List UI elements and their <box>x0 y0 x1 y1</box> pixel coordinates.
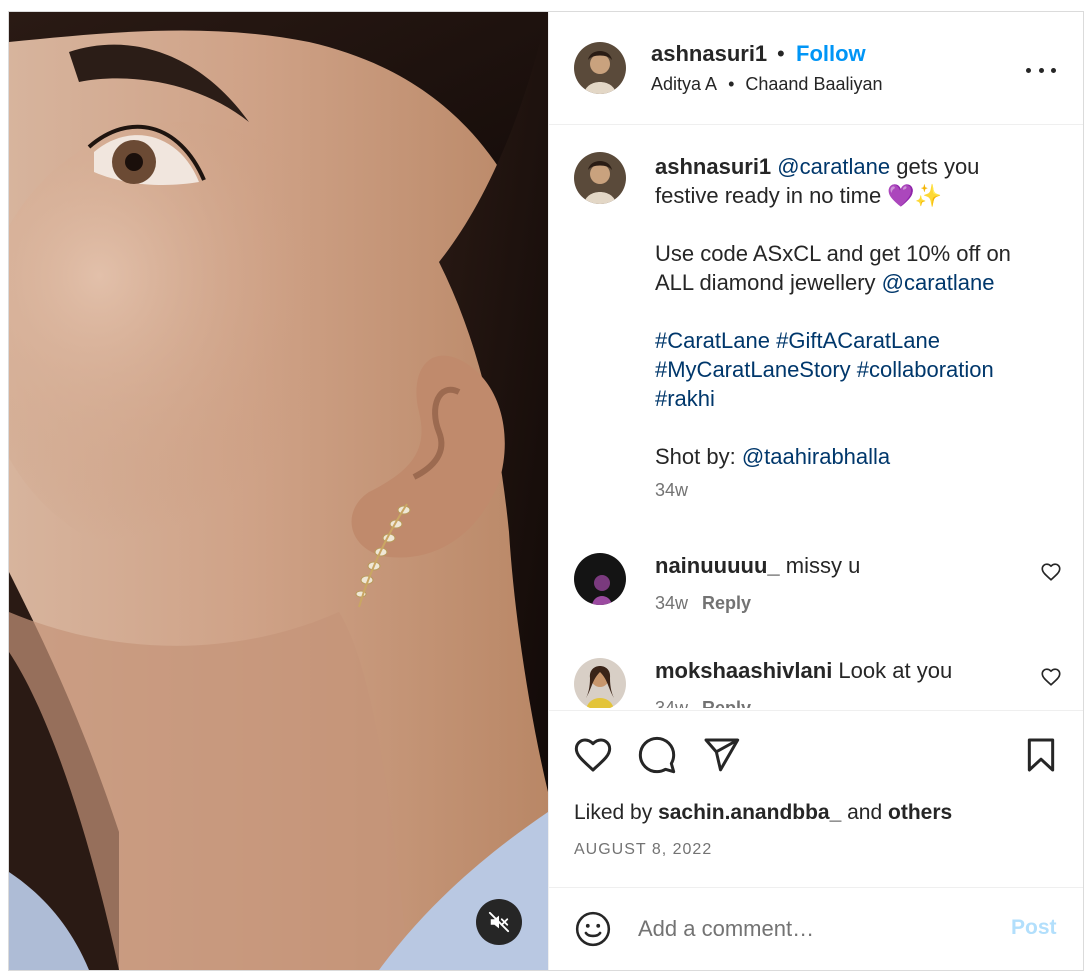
audio-track[interactable]: Chaand Baaliyan <box>745 74 882 94</box>
comment-icon[interactable] <box>637 735 677 775</box>
post-side-panel: ashnasuri1 • Follow Aditya A • Chaand Ba… <box>548 12 1083 970</box>
audio-info[interactable]: Aditya A • Chaand Baaliyan <box>651 74 889 95</box>
post-header: ashnasuri1 • Follow Aditya A • Chaand Ba… <box>549 12 1083 125</box>
caption-timestamp[interactable]: 34w <box>655 480 688 501</box>
action-bar: Liked by sachin.anandbba_ and others AUG… <box>549 710 1083 886</box>
hashtag[interactable]: #GiftACaratLane <box>776 328 940 353</box>
mute-button[interactable] <box>476 899 522 945</box>
post-photo <box>9 12 548 970</box>
caption-username[interactable]: ashnasuri1 <box>655 154 771 179</box>
hashtag[interactable]: #rakhi <box>655 386 715 411</box>
comment-item: nainuuuuu_ missy u 34w Reply <box>549 553 1083 643</box>
comment-body: Look at you <box>832 658 953 683</box>
author-avatar[interactable] <box>574 42 626 94</box>
shot-by-mention[interactable]: @taahirabhalla <box>742 444 890 469</box>
reply-button[interactable]: Reply <box>702 593 751 613</box>
likes-prefix: Liked by <box>574 801 659 824</box>
hashtag[interactable]: #CaratLane <box>655 328 770 353</box>
likes-others-link[interactable]: others <box>888 801 952 824</box>
comment-meta: 34w Reply <box>655 593 751 614</box>
comments-scroll[interactable]: ashnasuri1 @caratlane gets you festive r… <box>549 126 1083 708</box>
likes-summary: Liked by sachin.anandbba_ and others <box>574 801 952 825</box>
audio-separator: • <box>728 74 735 94</box>
comment-text: nainuuuuu_ missy u <box>655 553 860 579</box>
caption-mention[interactable]: @caratlane <box>777 154 890 179</box>
comment-time[interactable]: 34w <box>655 698 688 708</box>
comment-username[interactable]: nainuuuuu_ <box>655 553 780 578</box>
comment-username[interactable]: mokshaashivlani <box>655 658 832 683</box>
comment-body: missy u <box>779 553 861 578</box>
likes-middle: and <box>841 801 888 824</box>
caption-avatar[interactable] <box>574 152 626 204</box>
share-icon[interactable] <box>701 735 741 775</box>
post-date[interactable]: AUGUST 8, 2022 <box>574 841 712 859</box>
caption-mention-2[interactable]: @caratlane <box>882 270 995 295</box>
heart-icon[interactable] <box>573 735 613 775</box>
comment-composer: Post <box>549 887 1083 970</box>
author-username[interactable]: ashnasuri1 <box>651 41 767 67</box>
follow-button[interactable]: Follow <box>796 41 866 67</box>
reply-button[interactable]: Reply <box>702 698 751 708</box>
comment-input[interactable] <box>638 910 988 948</box>
caption-text: ashnasuri1 @caratlane gets you festive r… <box>655 152 1045 471</box>
post-container: ashnasuri1 • Follow Aditya A • Chaand Ba… <box>8 11 1084 971</box>
bookmark-icon[interactable] <box>1021 735 1061 775</box>
liked-by-user[interactable]: sachin.anandbba_ <box>658 801 841 824</box>
emoji-icon[interactable] <box>574 910 612 948</box>
post-comment-button[interactable]: Post <box>1011 916 1057 940</box>
comment-avatar[interactable] <box>574 658 626 708</box>
header-separator: • <box>777 41 785 66</box>
hashtag[interactable]: #MyCaratLaneStory <box>655 357 851 382</box>
post-media[interactable] <box>9 12 548 970</box>
comment-text: mokshaashivlani Look at you <box>655 658 952 684</box>
comment-avatar[interactable] <box>574 553 626 605</box>
comment-time[interactable]: 34w <box>655 593 688 613</box>
more-options-icon[interactable] <box>1026 64 1056 76</box>
comment-item: mokshaashivlani Look at you 34w Reply <box>549 658 1083 708</box>
audio-artist[interactable]: Aditya A <box>651 74 717 94</box>
shot-by-label: Shot by: <box>655 444 742 469</box>
comment-like-icon[interactable] <box>1040 561 1062 583</box>
comment-like-icon[interactable] <box>1040 666 1062 688</box>
hashtag[interactable]: #collaboration <box>857 357 994 382</box>
speaker-muted-icon <box>488 911 510 933</box>
comment-meta: 34w Reply <box>655 698 751 708</box>
